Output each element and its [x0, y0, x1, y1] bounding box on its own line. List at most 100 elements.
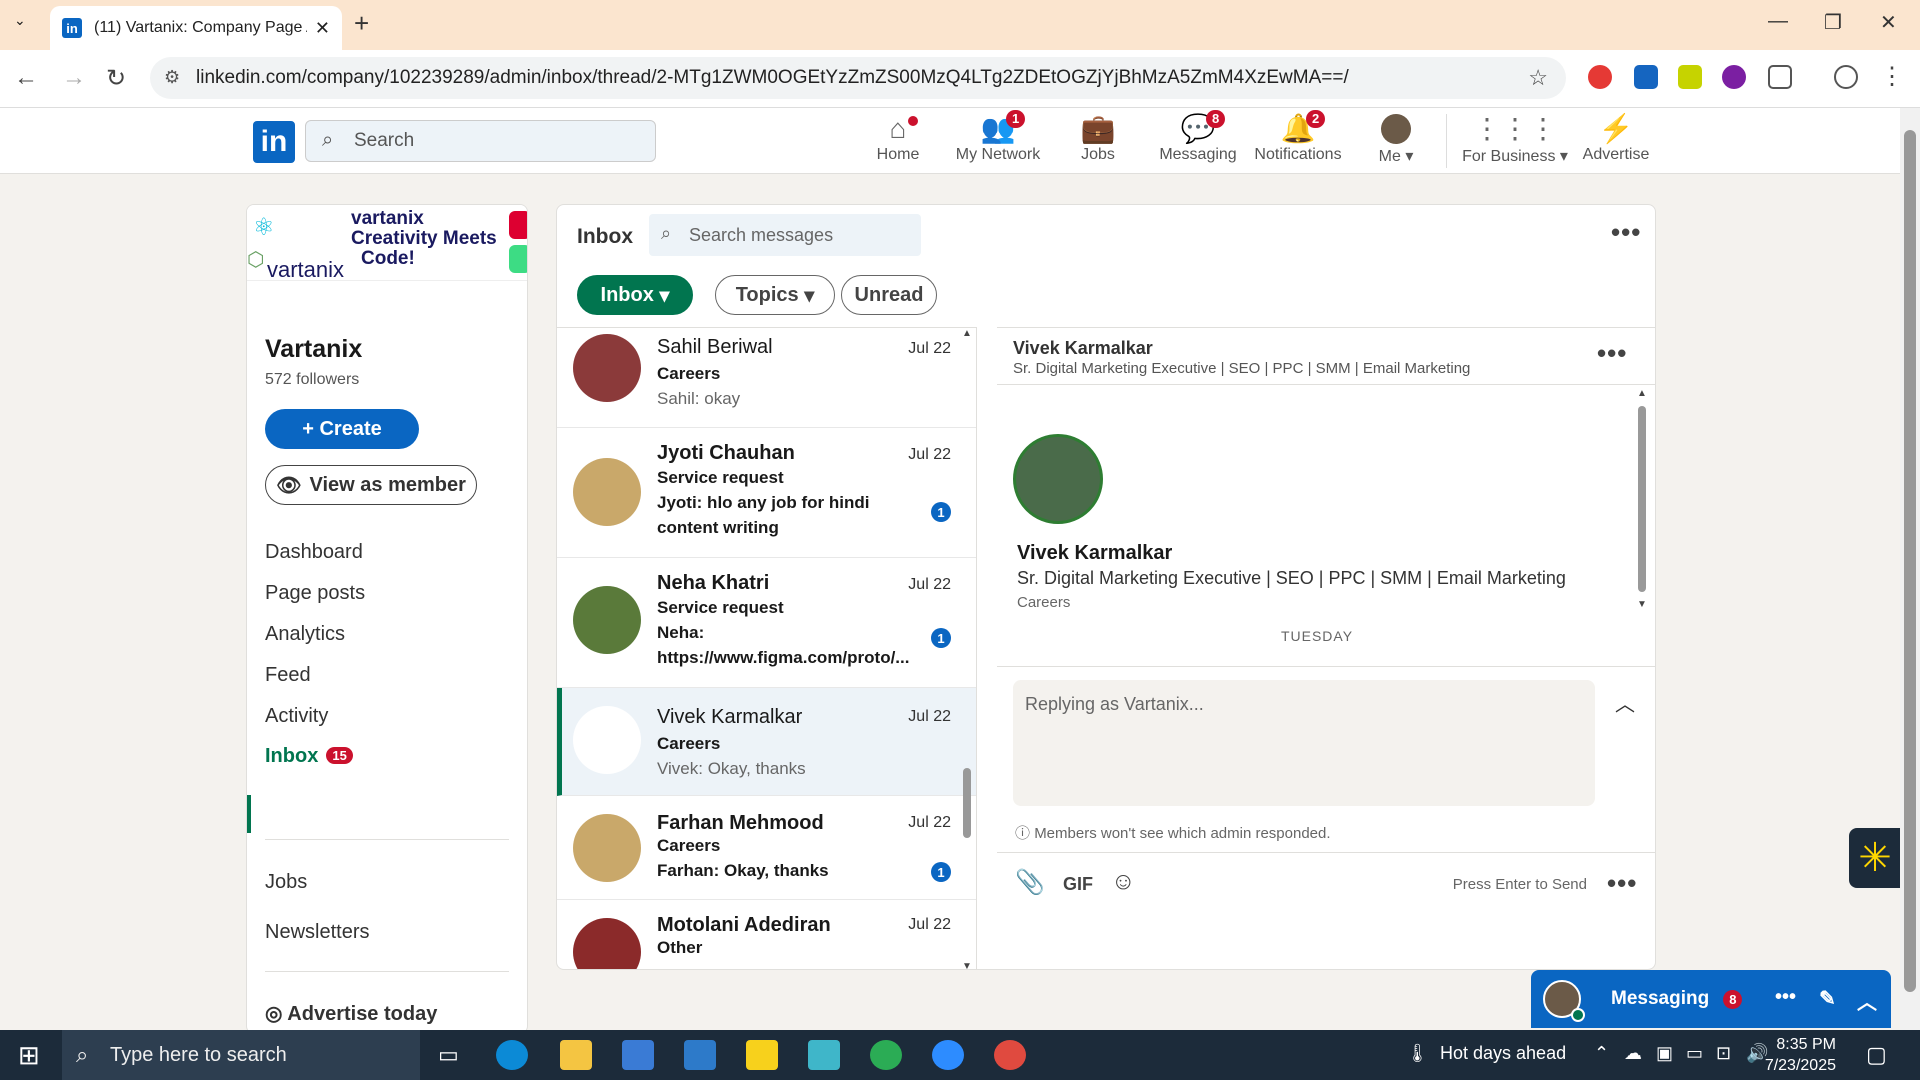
taskbar-search-input[interactable]: ⌕ Type here to search: [62, 1030, 420, 1080]
menu-page-posts[interactable]: Page posts: [265, 582, 365, 605]
filter-unread[interactable]: Unread: [841, 275, 937, 315]
extensions-puzzle-icon[interactable]: [1768, 65, 1792, 89]
more-options-icon[interactable]: •••: [1611, 217, 1641, 248]
nav-messaging[interactable]: 💬 8 Messaging: [1148, 110, 1248, 164]
chevron-up-icon[interactable]: ︿: [1857, 986, 1877, 1015]
menu-inbox[interactable]: Inbox 15: [265, 745, 353, 768]
forward-icon[interactable]: →: [62, 64, 86, 92]
edge-icon[interactable]: [496, 1040, 528, 1070]
close-window-icon[interactable]: ✕: [1880, 10, 1897, 35]
tray-app-icon[interactable]: ▣: [1656, 1043, 1673, 1064]
avatar[interactable]: [1013, 434, 1103, 524]
scroll-down-icon[interactable]: ▼: [962, 961, 972, 969]
menu-advertise-today[interactable]: ◎ Advertise today: [265, 1001, 437, 1026]
org-name[interactable]: Vartanix: [265, 335, 362, 364]
scroll-up-icon[interactable]: ▲: [962, 328, 972, 339]
url-field[interactable]: ⚙ linkedin.com/company/102239289/admin/i…: [150, 57, 1566, 99]
conversation-item[interactable]: Sahil Beriwal Careers Sahil: okay Jul 22: [557, 328, 976, 428]
pokeball-extension-icon[interactable]: [1588, 65, 1612, 89]
filter-inbox[interactable]: Inbox ▾: [577, 275, 693, 315]
menu-newsletters[interactable]: Newsletters: [265, 921, 369, 944]
chevron-up-icon[interactable]: ︿: [1615, 688, 1635, 717]
compose-icon[interactable]: ✎: [1819, 986, 1836, 1011]
thread-more-icon[interactable]: •••: [1597, 338, 1627, 369]
close-tab-icon[interactable]: ✕: [315, 18, 330, 39]
zoom-icon[interactable]: [932, 1040, 964, 1070]
new-tab-icon[interactable]: +: [354, 8, 369, 39]
nav-home[interactable]: ⌂ Home: [848, 112, 948, 164]
message-search-input[interactable]: ⌕ Search messages: [649, 214, 921, 256]
scroll-down-icon[interactable]: ▼: [1637, 599, 1647, 610]
scroll-thumb[interactable]: [963, 768, 971, 838]
scroll-up-icon[interactable]: ▲: [1637, 388, 1647, 399]
conversation-item[interactable]: Jyoti Chauhan Service request Jyoti: hlo…: [557, 428, 976, 558]
tab-search-icon[interactable]: ⌄: [14, 12, 26, 29]
nav-jobs[interactable]: 💼 Jobs: [1048, 112, 1148, 164]
nav-notifications[interactable]: 🔔 2 Notifications: [1248, 110, 1348, 164]
nav-advertise[interactable]: ⚡ Advertise: [1566, 112, 1666, 164]
nav-my-network[interactable]: 👥 1 My Network: [948, 110, 1048, 164]
emoji-icon[interactable]: ☺: [1111, 868, 1136, 896]
profile-name[interactable]: Vivek Karmalkar: [1017, 542, 1172, 565]
windows-start-icon[interactable]: ⊞: [18, 1040, 40, 1071]
extension-icon[interactable]: [1634, 65, 1658, 89]
linkedin-logo-icon[interactable]: in: [253, 121, 295, 163]
back-icon[interactable]: ←: [14, 64, 38, 92]
mail-icon[interactable]: [684, 1040, 716, 1070]
conversation-item[interactable]: Neha Khatri Service request Neha: https:…: [557, 558, 976, 688]
weather-icon[interactable]: 🌡: [1406, 1043, 1429, 1064]
browser-tab[interactable]: in (11) Vartanix: Company Page Ac ✕: [50, 6, 342, 50]
gif-button[interactable]: GIF: [1063, 874, 1093, 895]
composer-more-icon[interactable]: •••: [1607, 868, 1637, 899]
thread-scrollbar[interactable]: ▲ ▼: [1637, 388, 1647, 610]
restore-icon[interactable]: ❐: [1824, 10, 1842, 35]
menu-feed[interactable]: Feed: [265, 664, 311, 687]
file-explorer-icon[interactable]: [560, 1040, 592, 1070]
scroll-thumb[interactable]: [1638, 406, 1646, 592]
nav-for-business[interactable]: ⋮⋮⋮ For Business ▾: [1460, 112, 1570, 166]
create-button[interactable]: + Create: [265, 409, 419, 449]
conversation-item[interactable]: Motolani Adediran Other Jul 22: [557, 900, 976, 969]
profile-icon[interactable]: [1834, 65, 1858, 89]
notification-center-icon[interactable]: ▢: [1866, 1042, 1887, 1068]
conversation-item-selected[interactable]: Vivek Karmalkar Careers Vivek: Okay, tha…: [557, 688, 976, 796]
extension-icon[interactable]: [1678, 65, 1702, 89]
conversation-item[interactable]: Farhan Mehmood Careers Farhan: Okay, tha…: [557, 796, 976, 900]
reload-icon[interactable]: ↻: [106, 64, 126, 93]
bookmark-star-icon[interactable]: ☆: [1528, 65, 1548, 91]
sticky-notes-icon[interactable]: [746, 1040, 778, 1070]
more-icon[interactable]: •••: [1775, 986, 1796, 1009]
attachment-icon[interactable]: 📎: [1015, 868, 1045, 897]
sparkle-widget-icon[interactable]: ✳: [1849, 828, 1901, 888]
chrome-icon[interactable]: [870, 1040, 902, 1070]
system-clock[interactable]: 8:35 PM 7/23/2025: [1765, 1034, 1836, 1076]
messaging-overlay-bar[interactable]: Messaging 8 ••• ✎ ︿: [1531, 970, 1891, 1028]
network-icon[interactable]: ⊡: [1716, 1043, 1731, 1064]
menu-jobs[interactable]: Jobs: [265, 871, 307, 894]
app-icon[interactable]: [808, 1040, 840, 1070]
scroll-thumb[interactable]: [1904, 130, 1916, 992]
global-search-input[interactable]: ⌕ Search: [305, 120, 656, 162]
page-scrollbar[interactable]: [1900, 108, 1920, 1030]
list-scrollbar[interactable]: ▲ ▼: [962, 328, 972, 969]
browser-menu-icon[interactable]: ⋮: [1880, 62, 1904, 91]
extension-icon[interactable]: [1722, 65, 1746, 89]
chrome-active-icon[interactable]: [994, 1040, 1026, 1070]
filter-topics[interactable]: Topics ▾: [715, 275, 835, 315]
conversation-topic: Service request: [657, 598, 784, 617]
store-icon[interactable]: [622, 1040, 654, 1070]
thread-participant-name[interactable]: Vivek Karmalkar: [1013, 338, 1153, 359]
view-as-member-button[interactable]: 👁 View as member: [265, 465, 477, 505]
task-view-icon[interactable]: ▭: [438, 1042, 459, 1068]
menu-analytics[interactable]: Analytics: [265, 623, 345, 646]
menu-dashboard[interactable]: Dashboard: [265, 541, 363, 564]
message-composer[interactable]: Replying as Vartanix...: [1013, 680, 1595, 806]
site-info-icon[interactable]: ⚙: [164, 67, 180, 88]
minimize-icon[interactable]: —: [1768, 10, 1788, 33]
nav-me[interactable]: Me ▾: [1346, 112, 1446, 166]
battery-icon[interactable]: ▭: [1686, 1043, 1703, 1064]
tray-chevron-icon[interactable]: ⌃: [1594, 1043, 1609, 1064]
weather-text[interactable]: Hot days ahead: [1440, 1043, 1566, 1064]
onedrive-icon[interactable]: ☁: [1624, 1043, 1642, 1064]
menu-activity[interactable]: Activity: [265, 705, 328, 728]
